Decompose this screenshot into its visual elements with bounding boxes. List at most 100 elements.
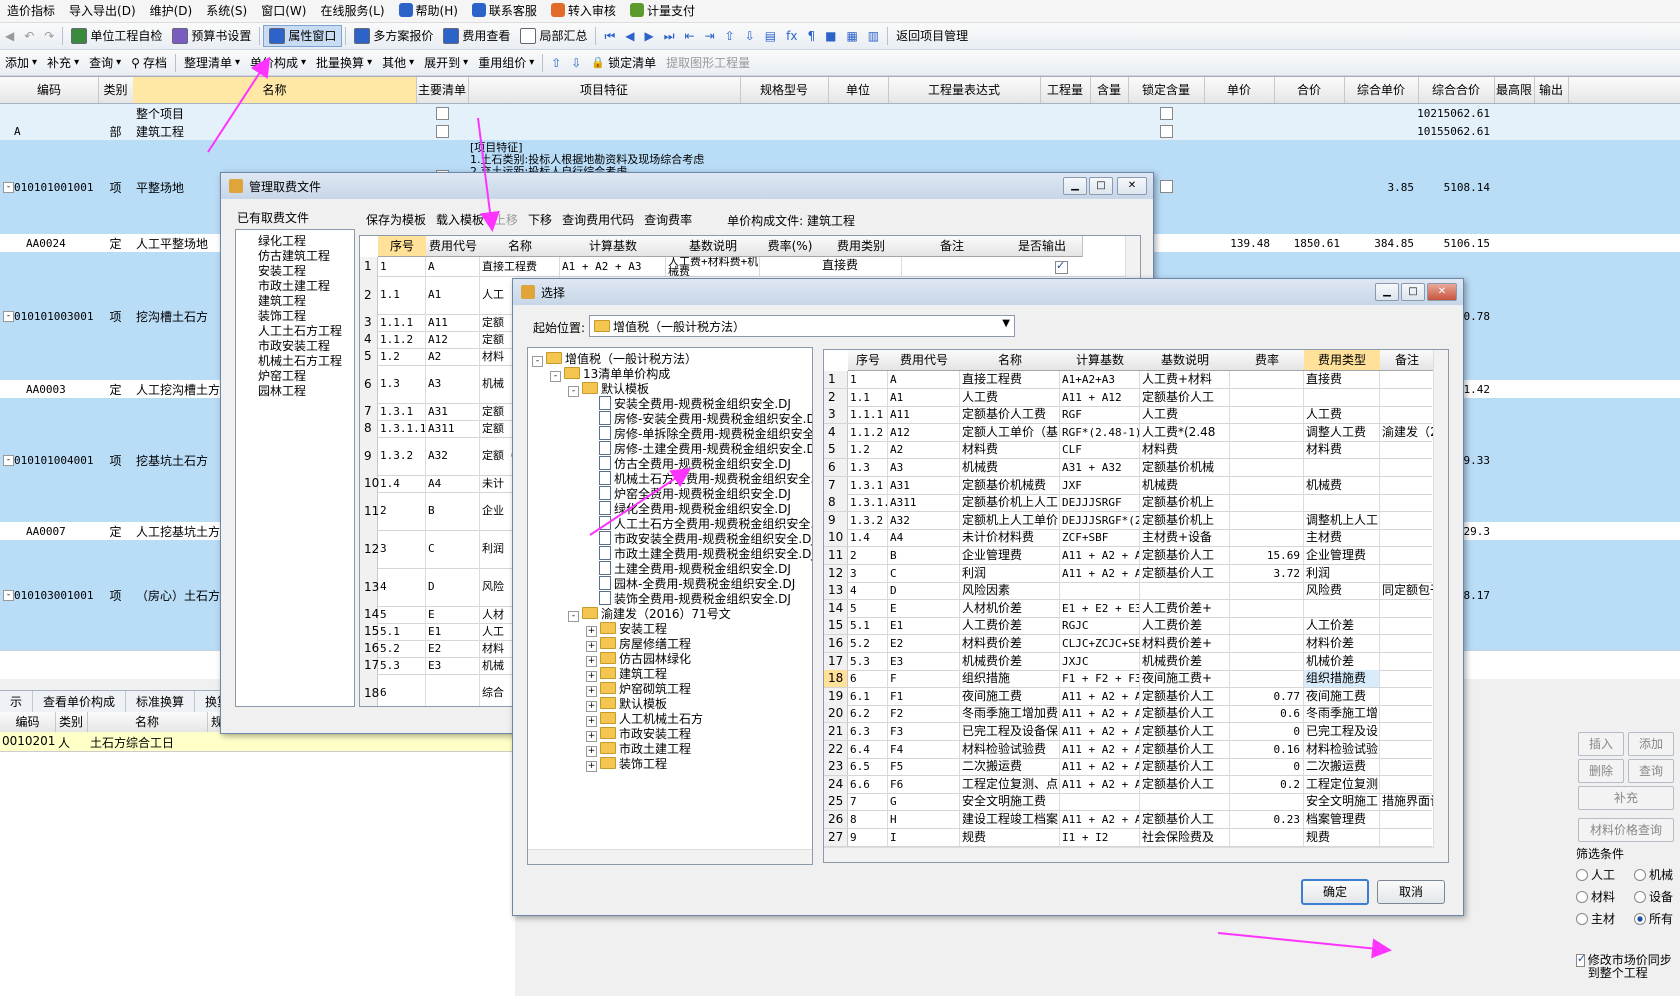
toolbar2-4[interactable]: 整理清单 ▾ — [179, 52, 245, 74]
nav-icon-12[interactable]: ▦ — [841, 25, 862, 47]
filter-option-5[interactable]: 所有 — [1634, 910, 1673, 927]
detail-row[interactable]: 22 6.4 F4 材料检验试验费 A11 + A2 + A 定额基价人工 0.16 材料检验… — [824, 740, 1434, 759]
detail-row[interactable]: 21 6.3 F3 已完工程及设备保 A11 + A2 + A 定额基价人工 0 已完工程及设 — [824, 723, 1434, 741]
fee-col-header-0[interactable]: 序号 — [378, 236, 427, 257]
move-icon-0[interactable]: ⇧ — [546, 52, 566, 74]
output-checkbox[interactable] — [1055, 259, 1068, 274]
close-icon[interactable]: ✕ — [1427, 283, 1457, 301]
expand-icon[interactable]: - — [3, 311, 14, 322]
toolbar2-9[interactable]: 重用组价 ▾ — [473, 52, 539, 74]
manage-toolbar-3[interactable]: 下移 — [523, 209, 557, 231]
detail-row[interactable]: 134D风险因素 风险费同定额包干费 — [824, 582, 1434, 601]
manage-toolbar-5[interactable]: 查询费率 — [639, 209, 697, 231]
lock-quantity-checkbox[interactable] — [1160, 107, 1173, 120]
toolbar2-6[interactable]: 批量换算 ▾ — [311, 52, 377, 74]
menu-item-8[interactable]: 转入审核 — [544, 0, 623, 22]
nav-icon-0[interactable]: ⏮ — [599, 25, 620, 47]
toolbar-3[interactable]: 多方案报价 — [349, 25, 438, 47]
close-icon[interactable]: ✕ — [1117, 177, 1147, 195]
supplement-button[interactable]: 补充 — [1578, 786, 1674, 810]
insert-button[interactable]: 插入 — [1578, 732, 1624, 756]
col-header-11[interactable]: 单价 — [1204, 77, 1275, 103]
history-icon-2[interactable]: ↷ — [39, 25, 59, 47]
horizontal-scrollbar[interactable] — [528, 849, 812, 864]
grid-row[interactable]: 整个项目 10215062.61 — [0, 104, 1680, 123]
nav-icon-6[interactable]: ⇧ — [720, 25, 740, 47]
menu-item-2[interactable]: 维护(D) — [143, 0, 200, 22]
tree-node[interactable]: + 装饰工程 — [586, 755, 667, 772]
detail-row[interactable]: 18 6 F 组织措施 F1 + F2 + F3 夜间施工费+ 组织措施费 — [824, 670, 1434, 689]
detail-col-header-6[interactable]: 费用类型 — [1304, 350, 1381, 371]
detail-row[interactable]: 257G安全文明施工费 安全文明施工措施界面记取 — [824, 793, 1434, 812]
detail-row[interactable]: 16 5.2 E2 材料费价差 CLJC+ZCJC+SB 材料费价差+ 材料价差 — [824, 635, 1434, 653]
detail-row[interactable]: 15 5.1 E1 人工费价差 RGJC 人工费价差 人工价差 — [824, 617, 1434, 636]
expand-icon[interactable]: - — [550, 371, 561, 382]
expand-icon[interactable]: - — [568, 386, 579, 397]
nav-icon-5[interactable]: ⇥ — [700, 25, 720, 47]
manage-toolbar-4[interactable]: 查询费用代码 — [557, 209, 639, 231]
expand-icon[interactable]: + — [586, 761, 597, 772]
radio-icon[interactable] — [1634, 912, 1646, 925]
detail-row[interactable]: 12 3 C 利润 A11 + A2 + A 定额基价人工 3.72 利润 — [824, 564, 1434, 583]
menu-item-7[interactable]: 联系客服 — [465, 0, 544, 22]
toolbar2-3[interactable]: ⚲ 存档 — [126, 52, 172, 74]
col-header-8[interactable]: 工程量 — [1040, 77, 1091, 103]
col-header-5[interactable]: 规格型号 — [740, 77, 829, 103]
toolbar2-11[interactable]: 提取图形工程量 — [661, 52, 755, 74]
radio-icon[interactable] — [1576, 912, 1588, 925]
toolbar2-7[interactable]: 其他 ▾ — [377, 52, 419, 74]
detail-row[interactable]: 7 1.3.1 A31 定额基价机械费 JXF 机械费 机械费 — [824, 476, 1434, 495]
detail-row[interactable]: 19 6.1 F1 夜间施工费 A11 + A2 + A 定额基价人工 0.77 夜间施工费 — [824, 687, 1434, 706]
bottom-tab-2[interactable]: 标准换算 — [126, 691, 196, 713]
expand-icon[interactable]: - — [3, 455, 14, 466]
material-price-query-button[interactable]: 材料价格查询 — [1578, 818, 1674, 842]
detail-row[interactable]: 20 6.2 F2 冬雨季施工增加费 A11 + A2 + A 定额基价人工 0.6 冬雨季施… — [824, 705, 1434, 724]
fee-col-header-5[interactable]: 费率(%) — [760, 236, 821, 257]
col-header-13[interactable]: 综合单价 — [1344, 77, 1419, 103]
detail-row[interactable]: 2 1.1 A1 人工费 A11 + A12 定额基价人工 — [824, 388, 1434, 407]
col-header-14[interactable]: 综合合价 — [1418, 77, 1495, 103]
main-list-checkbox[interactable] — [436, 107, 449, 120]
col-header-6[interactable]: 单位 — [828, 77, 889, 103]
start-location-select[interactable]: 增值税（一般计税方法） ▼ — [589, 315, 1015, 337]
col-header-12[interactable]: 合价 — [1274, 77, 1345, 103]
toolbar2-2[interactable]: 查询 ▾ — [84, 52, 126, 74]
history-icon-0[interactable]: ◀ — [0, 25, 19, 47]
detail-col-header-0[interactable]: 序号 — [848, 350, 889, 371]
detail-col-header-1[interactable]: 费用代号 — [888, 350, 961, 371]
nav-icon-3[interactable]: ⏭ — [659, 25, 680, 47]
menu-item-4[interactable]: 窗口(W) — [254, 0, 313, 22]
toolbar-6[interactable]: 返回项目管理 — [891, 25, 973, 47]
fee-row[interactable]: 1 1 A 直接工程费 A1 + A2 + A3 人工费+材料费+机械费 直接费 — [360, 257, 1126, 277]
col-header-0[interactable]: 编码 — [0, 77, 99, 103]
detail-col-header-5[interactable]: 费率 — [1230, 350, 1305, 371]
manage-toolbar-1[interactable]: 载入模板 — [431, 209, 489, 231]
detail-row[interactable]: 27 9 I 规费 I1 + I2 社会保险费及 规费 — [824, 828, 1434, 847]
nav-icon-13[interactable]: ▥ — [863, 25, 884, 47]
toolbar2-10[interactable]: 🔒 锁定清单 — [586, 52, 661, 74]
menu-item-0[interactable]: 造价指标 — [0, 0, 62, 22]
filter-option-2[interactable]: 材料 — [1576, 888, 1615, 905]
detail-row[interactable]: 6 1.3 A3 机械费 A31 + A32 定额基价机械 — [824, 459, 1434, 477]
manage-toolbar-2[interactable]: 上移 — [489, 209, 523, 231]
move-icon-1[interactable]: ⇩ — [566, 52, 586, 74]
detail-col-header-3[interactable]: 计算基数 — [1060, 350, 1141, 371]
chevron-down-icon[interactable]: ▼ — [1002, 318, 1010, 329]
lock-quantity-checkbox[interactable] — [1160, 125, 1173, 138]
nav-icon-7[interactable]: ⇩ — [740, 25, 760, 47]
radio-icon[interactable] — [1576, 868, 1588, 881]
nav-icon-8[interactable]: ▤ — [760, 25, 781, 47]
expand-icon[interactable]: - — [3, 182, 14, 193]
fee-file-list[interactable]: 绿化工程 仿古建筑工程 安装工程 市政土建工程 建筑工程 装饰工程 人工土石方工程 市政安装工… — [235, 229, 355, 707]
detail-row[interactable]: 8 1.3.1. A311 定额基价机上人工 DEJJJSRGF 定额基价机上 — [824, 494, 1434, 513]
detail-row[interactable]: 17 5.3 E3 机械费价差 JXJC 机械费价差 机械价差 — [824, 652, 1434, 671]
cancel-button[interactable]: 取消 — [1377, 880, 1445, 904]
fee-col-header-6[interactable]: 费用类别 — [820, 236, 903, 257]
bottom-tab-0[interactable]: 示 — [0, 691, 34, 713]
toolbar-4[interactable]: 费用查看 — [438, 25, 515, 47]
minimize-icon[interactable]: ▁ — [1375, 283, 1399, 301]
menu-item-5[interactable]: 在线服务(L) — [313, 0, 391, 22]
toolbar-1[interactable]: 预算书设置 — [167, 25, 256, 47]
col-header-2[interactable]: 名称 — [133, 77, 417, 103]
detail-row[interactable]: 24 6.6 F6 工程定位复测、点 A11 + A2 + A 定额基价人工 0.2 工程定位… — [824, 775, 1434, 794]
